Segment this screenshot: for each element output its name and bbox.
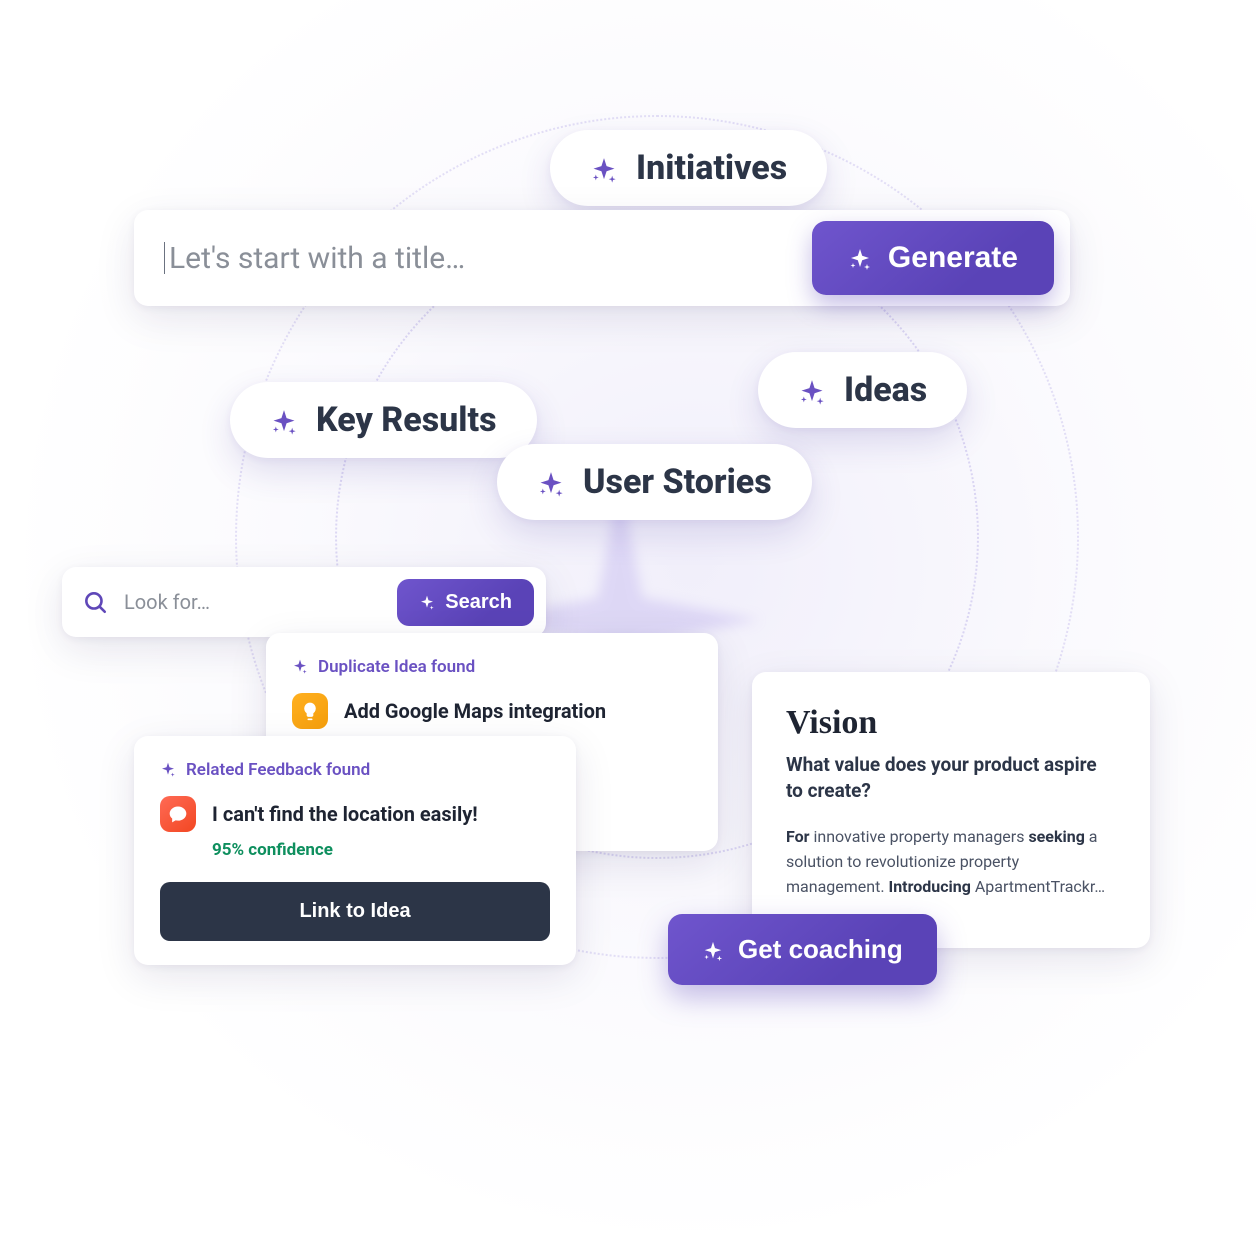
vision-body: For innovative property managers seeking… xyxy=(786,825,1116,899)
vision-subtitle: What value does your product aspire to c… xyxy=(786,752,1116,803)
search-bar: Search xyxy=(62,567,546,637)
sparkle-icon xyxy=(292,659,308,675)
sparkle-icon xyxy=(798,376,826,404)
pill-label: Key Results xyxy=(316,400,497,440)
vision-body-bold: seeking xyxy=(1028,827,1084,846)
sparkle-icon xyxy=(848,246,872,270)
duplicate-idea-title: Add Google Maps integration xyxy=(344,699,606,723)
title-input[interactable] xyxy=(167,240,812,277)
pill-label: Ideas xyxy=(844,370,927,410)
pill-ideas[interactable]: Ideas xyxy=(758,352,967,428)
search-button-label: Search xyxy=(445,591,512,614)
sparkle-icon xyxy=(419,594,435,610)
text-caret xyxy=(164,242,165,274)
sparkle-icon xyxy=(590,154,618,182)
duplicate-card-header-text: Duplicate Idea found xyxy=(318,657,475,677)
related-card-header: Related Feedback found xyxy=(160,760,550,780)
search-button[interactable]: Search xyxy=(397,579,534,626)
pill-user-stories[interactable]: User Stories xyxy=(497,444,812,520)
search-input[interactable] xyxy=(122,589,383,615)
vision-title: Vision xyxy=(786,704,1116,742)
generate-button-label: Generate xyxy=(888,241,1018,275)
vision-body-bold: For xyxy=(786,827,810,846)
pill-key-results[interactable]: Key Results xyxy=(230,382,537,458)
related-feedback-card: Related Feedback found I can't find the … xyxy=(134,736,576,965)
sparkle-icon xyxy=(537,468,565,496)
chat-bubble-icon xyxy=(160,796,196,832)
vision-body-text: ApartmentTrackr… xyxy=(971,877,1105,896)
lightbulb-icon xyxy=(292,693,328,729)
sparkle-icon xyxy=(270,406,298,434)
vision-body-text: innovative property managers xyxy=(810,827,1029,846)
search-icon xyxy=(82,589,108,615)
generate-button[interactable]: Generate xyxy=(812,221,1054,295)
related-feedback-title: I can't find the location easily! xyxy=(212,802,478,826)
duplicate-idea-item[interactable]: Add Google Maps integration xyxy=(292,693,692,729)
related-card-header-text: Related Feedback found xyxy=(186,760,370,780)
pill-initiatives[interactable]: Initiatives xyxy=(550,130,827,206)
link-to-idea-label: Link to Idea xyxy=(299,900,410,922)
duplicate-card-header: Duplicate Idea found xyxy=(292,657,692,677)
related-feedback-item[interactable]: I can't find the location easily! xyxy=(160,796,550,832)
title-bar: Generate xyxy=(134,210,1070,306)
pill-label: Initiatives xyxy=(636,148,787,188)
sparkle-icon xyxy=(160,762,176,778)
pill-label: User Stories xyxy=(583,462,772,502)
vision-body-bold: Introducing xyxy=(889,877,971,896)
link-to-idea-button[interactable]: Link to Idea xyxy=(160,882,550,941)
sparkle-icon xyxy=(702,939,724,961)
confidence-label: 95% confidence xyxy=(212,840,550,860)
get-coaching-button[interactable]: Get coaching xyxy=(668,914,937,985)
get-coaching-label: Get coaching xyxy=(738,934,903,965)
vision-card: Vision What value does your product aspi… xyxy=(752,672,1150,948)
